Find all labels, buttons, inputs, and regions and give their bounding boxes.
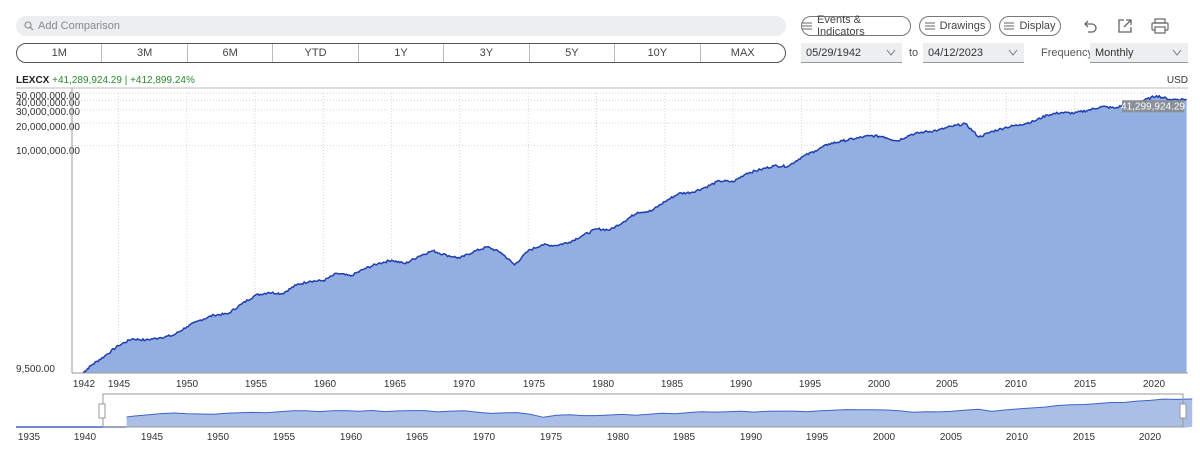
navigator-right-handle[interactable]: [1179, 403, 1187, 419]
x-tick-label: 1980: [591, 379, 615, 390]
navigator-x-label: 1945: [140, 432, 164, 443]
range-navigator[interactable]: [0, 390, 1200, 430]
navigator-x-label: 1980: [606, 432, 630, 443]
price-area: [82, 95, 1187, 373]
x-tick-label: 1955: [244, 379, 268, 390]
navigator-x-label: 1985: [672, 432, 696, 443]
navigator-x-label: 1940: [73, 432, 97, 443]
x-tick-label: 1975: [522, 379, 546, 390]
drag-handle-icon: [1179, 403, 1187, 419]
navigator-x-label: 1995: [805, 432, 829, 443]
navigator-x-label: 2010: [1005, 432, 1029, 443]
x-tick-label: 1970: [452, 379, 476, 390]
navigator-x-label: 1990: [739, 432, 763, 443]
x-tick-label: 1950: [175, 379, 199, 390]
x-tick-label: 1985: [660, 379, 684, 390]
x-tick-label: 2015: [1073, 379, 1097, 390]
x-tick-label: 1965: [383, 379, 407, 390]
navigator-x-label: 1950: [206, 432, 230, 443]
navigator-x-label: 2015: [1072, 432, 1096, 443]
drag-handle-icon: [98, 403, 106, 419]
x-tick-label: 2000: [867, 379, 891, 390]
navigator-x-label: 2020: [1138, 432, 1162, 443]
navigator-x-label: 1965: [405, 432, 429, 443]
navigator-left-handle[interactable]: [98, 403, 106, 419]
x-tick-label: 1960: [313, 379, 337, 390]
x-tick-label: 1945: [107, 379, 131, 390]
last-value-label: 41,299,924.29: [1121, 102, 1185, 113]
navigator-x-label: 2005: [939, 432, 963, 443]
x-tick-label: 1995: [798, 379, 822, 390]
x-tick-label: 2010: [1004, 379, 1028, 390]
x-tick-label: 1942: [72, 379, 96, 390]
navigator-x-label: 2000: [872, 432, 896, 443]
navigator-x-label: 1960: [339, 432, 363, 443]
navigator-x-label: 1935: [17, 432, 41, 443]
x-tick-label: 2020: [1142, 379, 1166, 390]
x-tick-label: 1990: [729, 379, 753, 390]
x-tick-label: 2005: [935, 379, 959, 390]
navigator-x-label: 1955: [272, 432, 296, 443]
price-chart[interactable]: 41,299,924.29: [0, 0, 1200, 400]
navigator-x-label: 1975: [539, 432, 563, 443]
navigator-x-label: 1970: [472, 432, 496, 443]
